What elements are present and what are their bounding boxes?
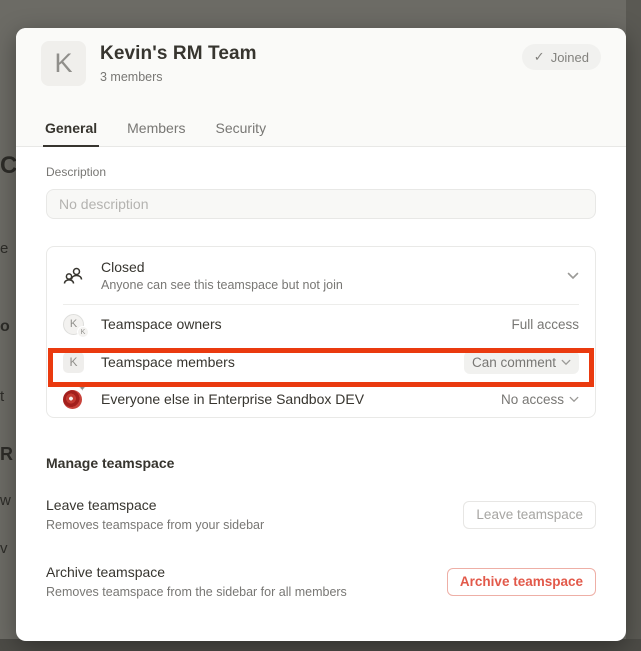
description-input[interactable] [46, 189, 596, 219]
teamspace-member-count: 3 members [100, 70, 257, 84]
joined-badge[interactable]: ✓ Joined [522, 44, 601, 70]
tab-security[interactable]: Security [214, 114, 269, 147]
tab-members[interactable]: Members [125, 114, 187, 147]
backdrop-fragment: R [0, 444, 13, 465]
people-group-icon [63, 266, 87, 286]
visibility-title: Closed [101, 259, 567, 275]
visibility-subtitle: Anyone can see this teamspace but not jo… [101, 278, 567, 292]
description-label: Description [46, 165, 596, 179]
archive-teamspace-button[interactable]: Archive teamspace [447, 568, 596, 596]
backdrop-fragment: t [0, 388, 4, 405]
teamspace-settings-dialog: K Kevin's RM Team 3 members ✓ Joined Gen… [16, 28, 626, 641]
red-workspace-logo-icon: ✦ [63, 390, 82, 409]
owners-avatar-stack: K K [63, 312, 87, 336]
backdrop-right-strip [626, 0, 641, 651]
manage-teamspace-heading: Manage teamspace [46, 455, 596, 471]
leave-teamspace-title: Leave teamspace [46, 497, 264, 513]
teamspace-avatar: K [41, 41, 86, 86]
access-level-everyone-value: No access [501, 392, 564, 407]
sparkle-icon: ✦ [78, 384, 86, 393]
backdrop-fragment: w [0, 492, 11, 509]
leave-teamspace-button[interactable]: Leave teamspace [463, 501, 596, 529]
archive-teamspace-title: Archive teamspace [46, 564, 347, 580]
joined-badge-label: Joined [551, 50, 589, 65]
permissions-card: Closed Anyone can see this teamspace but… [46, 246, 596, 418]
access-level-members-value: Can comment [472, 355, 556, 370]
backdrop-fragment: o [0, 318, 10, 336]
backdrop-fragment: e [0, 240, 8, 257]
access-row-members: K Teamspace members Can comment [47, 343, 595, 381]
access-level-everyone-dropdown[interactable]: No access [501, 392, 579, 407]
avatar: K [63, 352, 84, 373]
leave-teamspace-row: Leave teamspace Removes teamspace from y… [46, 497, 596, 532]
backdrop-fragment: C [0, 152, 17, 180]
leave-teamspace-subtitle: Removes teamspace from your sidebar [46, 518, 264, 532]
dialog-body: Description Closed Anyone can see this t… [16, 147, 626, 599]
dialog-header: K Kevin's RM Team 3 members ✓ Joined Gen… [16, 28, 626, 147]
archive-teamspace-subtitle: Removes teamspace from the sidebar for a… [46, 585, 347, 599]
backdrop-fragment: v [0, 540, 8, 557]
archive-teamspace-row: Archive teamspace Removes teamspace from… [46, 564, 596, 599]
workspace-logo-icon: ✦ [63, 387, 87, 411]
avatar: K [77, 326, 89, 338]
teamspace-title: Kevin's RM Team [100, 43, 257, 65]
access-row-label: Everyone else in Enterprise Sandbox DEV [101, 391, 501, 407]
visibility-setting-row[interactable]: Closed Anyone can see this teamspace but… [47, 247, 595, 304]
members-avatar: K [63, 350, 87, 374]
chevron-down-icon [569, 396, 579, 403]
access-level-members-dropdown[interactable]: Can comment [464, 351, 579, 374]
access-row-label: Teamspace members [101, 354, 464, 370]
access-row-everyone: ✦ Everyone else in Enterprise Sandbox DE… [47, 381, 595, 417]
access-row-owners: K K Teamspace owners Full access [47, 305, 595, 343]
access-level-owners: Full access [511, 317, 579, 332]
chevron-down-icon [567, 272, 579, 280]
tab-bar: General Members Security [43, 114, 268, 147]
access-row-label: Teamspace owners [101, 316, 511, 332]
tab-general[interactable]: General [43, 114, 99, 147]
chevron-down-icon [561, 359, 571, 366]
check-icon: ✓ [534, 49, 545, 65]
